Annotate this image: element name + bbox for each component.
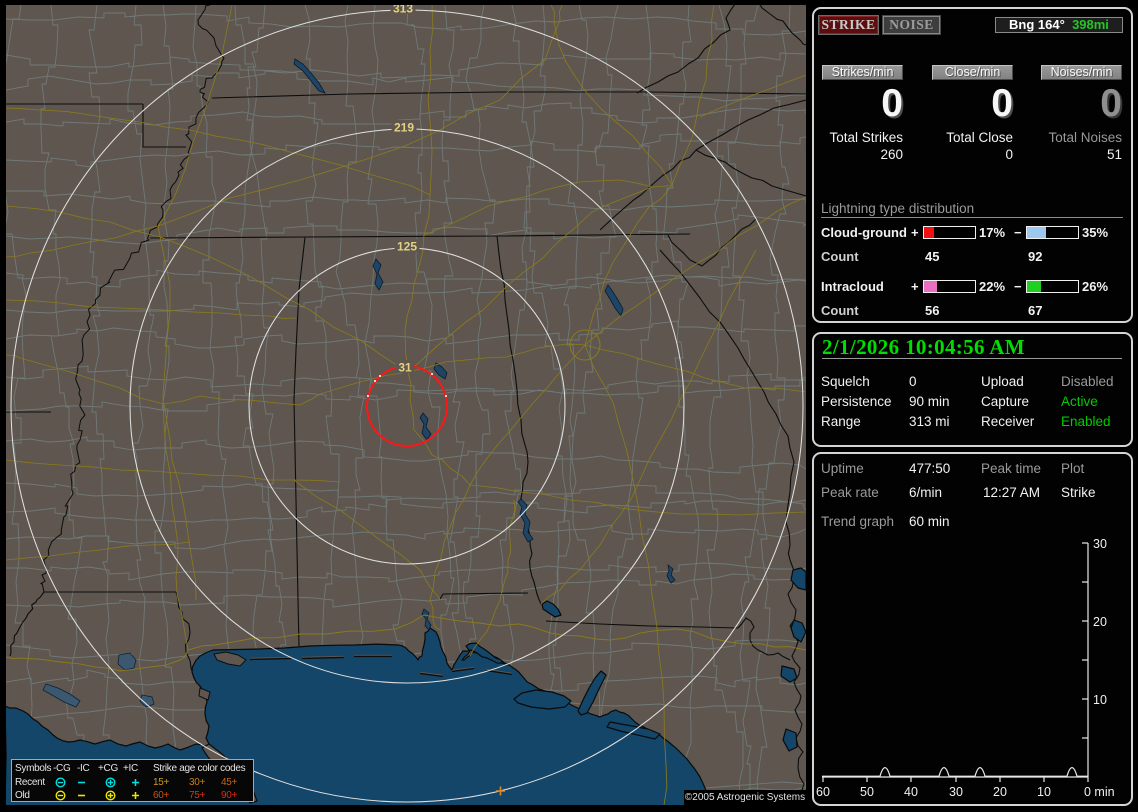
svg-text:20: 20	[993, 785, 1007, 799]
svg-text:31: 31	[398, 361, 412, 375]
svg-text:313: 313	[393, 2, 413, 16]
svg-text:40: 40	[904, 785, 918, 799]
svg-text:20: 20	[1093, 615, 1107, 629]
svg-text:10: 10	[1037, 785, 1051, 799]
svg-text:219: 219	[394, 121, 414, 135]
svg-text:30: 30	[1093, 537, 1107, 551]
svg-text:60: 60	[816, 785, 830, 799]
svg-text:125: 125	[397, 240, 417, 254]
svg-text:30: 30	[949, 785, 963, 799]
svg-text:0 min: 0 min	[1084, 785, 1115, 799]
svg-text:50: 50	[860, 785, 874, 799]
svg-text:10: 10	[1093, 693, 1107, 707]
